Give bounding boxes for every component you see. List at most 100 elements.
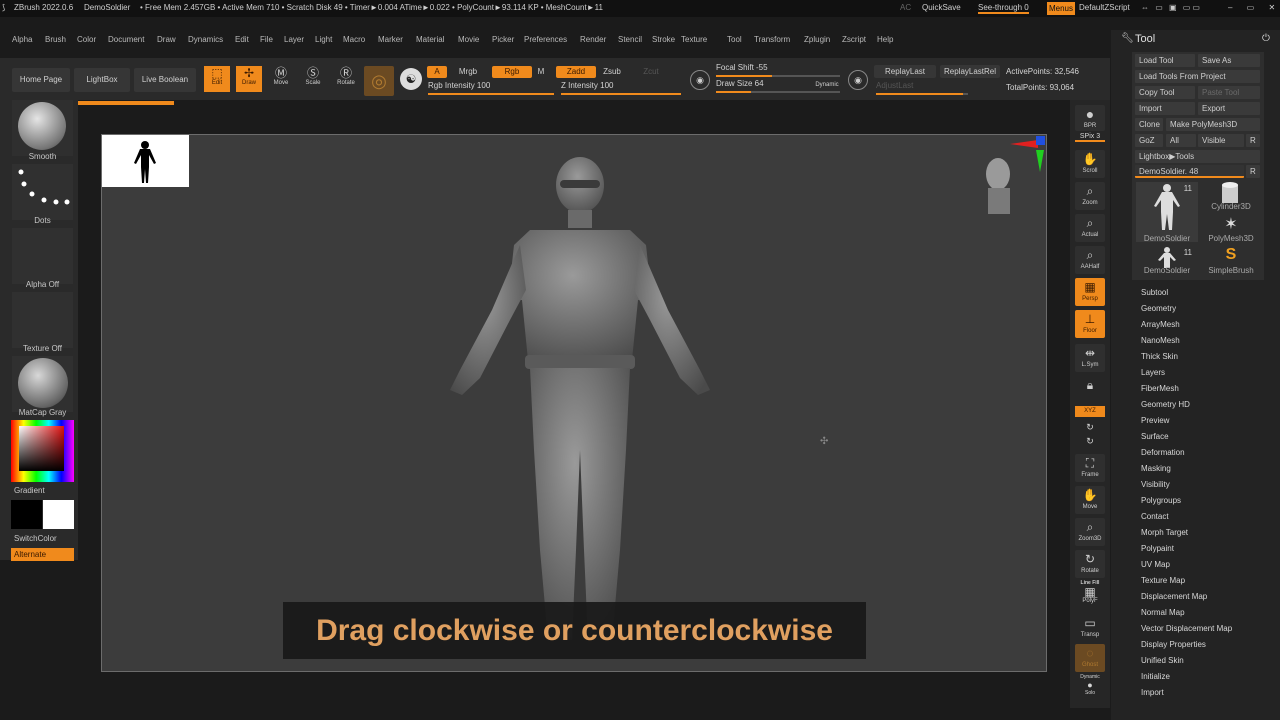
menu-draw[interactable]: Draw (157, 35, 176, 44)
alternate-toggle[interactable]: Alternate (11, 548, 74, 561)
default-zscript-button[interactable]: DefaultZScript (1079, 3, 1130, 12)
bpr-button[interactable]: ● BPR (1075, 105, 1105, 131)
material-thumbnail[interactable] (12, 356, 73, 412)
secondary-color-swatch[interactable] (43, 500, 74, 529)
tool-subpalette-import[interactable]: Import (1141, 688, 1164, 697)
replay-last-rel-button[interactable]: ReplayLastRel (940, 65, 1000, 78)
zcut-toggle[interactable]: Zcut (636, 66, 666, 78)
menu-file[interactable]: File (260, 35, 273, 44)
dynamic-toggle[interactable]: Dynamic (812, 80, 842, 90)
color-saturation-square[interactable] (19, 426, 64, 471)
edit-mode-button[interactable]: ⬚ Edit (204, 66, 230, 92)
tool-subpalette-normal-map[interactable]: Normal Map (1141, 608, 1185, 617)
frame-button[interactable]: ⛶ Frame (1075, 454, 1105, 482)
current-tool-r-button[interactable]: R (1246, 165, 1260, 178)
lightbox-button[interactable]: LightBox (74, 68, 130, 92)
tool-thumb-polymesh3d[interactable]: ✶ PolyMesh3D (1200, 214, 1262, 244)
goz-r-button[interactable]: R (1246, 134, 1260, 147)
make-polymesh3d-button[interactable]: Make PolyMesh3D (1166, 118, 1260, 131)
tool-subpalette-arraymesh[interactable]: ArrayMesh (1141, 320, 1180, 329)
copy-tool-button[interactable]: Copy Tool (1135, 86, 1195, 99)
menu-color[interactable]: Color (77, 35, 96, 44)
lock-button[interactable]: 🔒︎ (1075, 376, 1105, 404)
rotate-view-button[interactable]: ↻ Rotate (1075, 550, 1105, 578)
color-picker[interactable] (11, 420, 74, 482)
tool-thumb-simplebrush[interactable]: S SimpleBrush (1200, 246, 1262, 276)
rotation-axis-icons[interactable]: ↻ ↻ (1075, 420, 1105, 448)
tool-thumb-demosoldier-2[interactable]: 11 DemoSoldier (1136, 246, 1198, 276)
tool-subpalette-uv-map[interactable]: UV Map (1141, 560, 1170, 569)
menu-dynamics[interactable]: Dynamics (188, 35, 223, 44)
current-tool-slider[interactable]: DemoSoldier. 48 (1135, 165, 1244, 178)
material-sphere-button[interactable]: ◎ (364, 66, 394, 96)
load-tool-button[interactable]: Load Tool (1135, 54, 1195, 67)
goz-visible-button[interactable]: Visible (1198, 134, 1244, 147)
switch-color-button[interactable]: SwitchColor (14, 534, 75, 543)
local-symmetry-button[interactable]: ⇹ L.Sym (1075, 344, 1105, 372)
polyf-button[interactable]: Line Fill ▦ PolyF (1075, 580, 1105, 608)
menu-texture[interactable]: Texture (681, 35, 707, 44)
menus-toggle[interactable]: Menus (1047, 2, 1075, 15)
menu-preferences[interactable]: Preferences (524, 35, 567, 44)
save-as-button[interactable]: Save As (1198, 54, 1260, 67)
persp-button[interactable]: ▦ Persp (1075, 278, 1105, 306)
tool-subpalette-morph-target[interactable]: Morph Target (1141, 528, 1188, 537)
actual-button[interactable]: ⌕ Actual (1075, 214, 1105, 242)
tool-subpalette-polypaint[interactable]: Polypaint (1141, 544, 1174, 553)
tool-subpalette-nanomesh[interactable]: NanoMesh (1141, 336, 1180, 345)
load-tools-from-project-button[interactable]: Load Tools From Project (1135, 70, 1260, 83)
menu-edit[interactable]: Edit (235, 35, 249, 44)
scale-mode-button[interactable]: Ⓢ Scale (300, 66, 326, 92)
tool-subpalette-subtool[interactable]: Subtool (1141, 288, 1168, 297)
tool-subpalette-masking[interactable]: Masking (1141, 464, 1171, 473)
zoom-button[interactable]: ⌕ Zoom (1075, 182, 1105, 210)
tool-subpalette-deformation[interactable]: Deformation (1141, 448, 1185, 457)
live-boolean-button[interactable]: Live Boolean (134, 68, 196, 92)
alpha-thumbnail[interactable] (12, 228, 73, 284)
menu-transform[interactable]: Transform (754, 35, 790, 44)
window-controls-icon[interactable]: ⇔ ▭ ▣ ▭▭ (1141, 3, 1202, 12)
tool-subpalette-display-properties[interactable]: Display Properties (1141, 640, 1206, 649)
brush-thumbnail[interactable] (12, 100, 73, 156)
ghost-button[interactable]: ◌ Ghost (1075, 644, 1105, 672)
adjust-last-slider[interactable]: AdjustLast (876, 81, 968, 95)
main-color-swatch[interactable] (11, 500, 42, 529)
spix-slider[interactable]: SPix 3 (1075, 133, 1105, 142)
tool-subpalette-layers[interactable]: Layers (1141, 368, 1165, 377)
goz-all-button[interactable]: All (1166, 134, 1196, 147)
menu-stencil[interactable]: Stencil (618, 35, 642, 44)
tool-subpalette-displacement-map[interactable]: Displacement Map (1141, 592, 1207, 601)
menu-help[interactable]: Help (877, 35, 893, 44)
export-button[interactable]: Export (1198, 102, 1260, 115)
tool-subpalette-contact[interactable]: Contact (1141, 512, 1169, 521)
goz-button[interactable]: GoZ (1135, 134, 1163, 147)
menu-material[interactable]: Material (416, 35, 444, 44)
menu-render[interactable]: Render (580, 35, 606, 44)
tool-subpalette-unified-skin[interactable]: Unified Skin (1141, 656, 1184, 665)
replay-last-button[interactable]: ReplayLast (874, 65, 936, 78)
mrgb-toggle[interactable]: Mrgb (448, 66, 488, 78)
menu-zscript[interactable]: Zscript (842, 35, 866, 44)
transp-button[interactable]: ▭ Transp (1075, 614, 1105, 642)
z-intensity-slider[interactable]: Z Intensity 100 (561, 81, 681, 95)
menu-movie[interactable]: Movie (458, 35, 479, 44)
tool-subpalette-polygroups[interactable]: Polygroups (1141, 496, 1181, 505)
tool-subpalette-fibermesh[interactable]: FiberMesh (1141, 384, 1179, 393)
rgb-intensity-slider[interactable]: Rgb Intensity 100 (428, 81, 554, 95)
palette-dock-icon[interactable]: ⏻ (1262, 33, 1270, 44)
solo-button[interactable]: Dynamic ● Solo (1075, 674, 1105, 696)
rgb-toggle[interactable]: Rgb (492, 66, 532, 78)
scroll-button[interactable]: ✋ Scroll (1075, 150, 1105, 178)
tool-subpalette-surface[interactable]: Surface (1141, 432, 1169, 441)
tool-subpalette-visibility[interactable]: Visibility (1141, 480, 1170, 489)
tool-subpalette-texture-map[interactable]: Texture Map (1141, 576, 1185, 585)
zadd-toggle[interactable]: Zadd (556, 66, 596, 78)
rotate-mode-button[interactable]: Ⓡ Rotate (333, 66, 359, 92)
focal-shift-icon[interactable]: ◉ (690, 70, 710, 90)
draw-mode-button[interactable]: ✢ Draw (236, 66, 262, 92)
m-toggle[interactable]: M (533, 66, 549, 78)
tool-subpalette-initialize[interactable]: Initialize (1141, 672, 1170, 681)
floor-button[interactable]: ⊥ Floor (1075, 310, 1105, 338)
clone-button[interactable]: Clone (1135, 118, 1163, 131)
color-sphere-button[interactable]: ☯ (400, 68, 422, 90)
